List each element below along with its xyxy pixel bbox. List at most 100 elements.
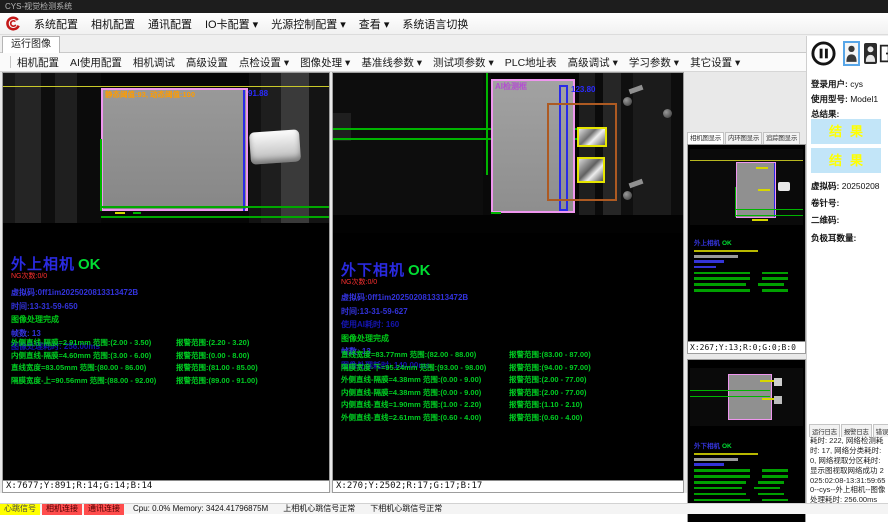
mini-text-bar xyxy=(694,277,788,280)
measure-value-blue: 123.80 xyxy=(571,85,595,94)
measurement-value: 直线宽度=83.05mm 范围:(80.00 - 86.00) xyxy=(11,363,146,372)
ai-detect-label: AI检测框 xyxy=(495,81,527,92)
roi-rect-orange xyxy=(547,103,617,201)
measurement-row: 内侧直线-隔膜=4.60mm 范围:(3.00 - 6.00)报警范围:(0.0… xyxy=(11,350,156,363)
measurement-row: 直线宽度=83.05mm 范围:(80.00 - 86.00)报警范围:(81.… xyxy=(11,362,156,375)
result-badge-lower: 结果 xyxy=(811,148,881,173)
tool-spot-check-settings[interactable]: 点检设置 ▾ xyxy=(239,55,289,70)
mini-text-bar xyxy=(694,463,724,466)
preview-tab-inner[interactable]: 内环图显示 xyxy=(725,132,762,144)
login-user-label: 登录用户: xyxy=(811,79,848,89)
camera-connection-badge: 相机连接 xyxy=(42,504,82,515)
window-title: CYS-视觉检测系统 xyxy=(5,2,72,11)
scene-decoration xyxy=(333,113,351,141)
mini-text-bar xyxy=(694,487,788,490)
admin-user-button[interactable] xyxy=(864,43,877,64)
scene-decoration xyxy=(3,223,329,233)
tool-other-settings[interactable]: 其它设置 ▾ xyxy=(690,55,740,70)
time-text: 时间:13-31-59-650 xyxy=(11,301,138,312)
measurement-alarm: 报警范围:(89.00 - 91.00) xyxy=(176,375,258,386)
qr-code-row: 二维码: xyxy=(811,214,839,226)
login-user-value: cys xyxy=(850,79,863,89)
reel-number-label: 卷针号: xyxy=(811,198,839,208)
measurement-row: 外侧直线-直线=2.61mm 范围:(0.60 - 4.00)报警范围:(0.6… xyxy=(341,412,486,425)
title-bar: CYS-视觉检测系统 xyxy=(0,0,888,13)
measurement-row: 内侧直线-隔膜=4.38mm 范围:(0.00 - 9.00)报警范围:(2.0… xyxy=(341,387,486,400)
menu-item-system-config[interactable]: 系统配置 xyxy=(34,16,78,32)
measure-line-green xyxy=(486,73,488,175)
preview-tab-track[interactable]: 追踪图显示 xyxy=(763,132,800,144)
tool-baseline-params[interactable]: 基准线参数 ▾ xyxy=(361,55,422,70)
upper-camera-heartbeat-text: 上相机心跳信号正常 xyxy=(279,504,359,515)
result-ok-text: OK xyxy=(722,443,732,450)
menu-item-language-switch[interactable]: 系统语言切换 xyxy=(402,16,468,32)
measurement-row: 直线宽度=83.77mm 范围:(82.00 - 88.00)报警范围:(83.… xyxy=(341,349,486,362)
menu-item-io-card-config[interactable]: IO卡配置 ▾ xyxy=(205,16,258,32)
tool-advanced-debug[interactable]: 高级调试 ▾ xyxy=(568,55,618,70)
mini-camera-title: 外下相机OK xyxy=(694,440,788,450)
menu-item-light-control-config[interactable]: 光源控制配置 ▾ xyxy=(271,16,346,32)
tool-image-processing[interactable]: 图像处理 ▾ xyxy=(300,55,350,70)
measurement-value: 内侧直线-直线=1.90mm 范围:(1.00 - 2.20) xyxy=(341,400,481,409)
control-panel: 登录用户: cys 使用型号: Model1 总结果: 结果 结果 虚拟码: 2… xyxy=(806,36,888,503)
tab-detect-rect-yellow xyxy=(577,127,607,147)
measurement-list-lower: 直线宽度=83.77mm 范围:(82.00 - 88.00)报警范围:(83.… xyxy=(341,349,486,425)
scene-decoration xyxy=(752,219,768,221)
measure-line-green xyxy=(101,216,329,218)
tool-learning-params[interactable]: 学习参数 ▾ xyxy=(629,55,679,70)
menu-item-comm-config[interactable]: 通讯配置 xyxy=(148,16,192,32)
camera-image-lower[interactable]: AI检测框 123.80 xyxy=(333,73,683,233)
scene-decoration xyxy=(735,187,736,217)
scene-decoration xyxy=(333,73,483,233)
measurement-row: 内侧直线-直线=1.90mm 范围:(1.00 - 2.20)报警范围:(1.1… xyxy=(341,399,486,412)
preview-panel-lower[interactable]: 外下相机OK X:311;Y:980;R:0;G:0;B:0 xyxy=(687,359,806,522)
tab-detect-rect-yellow xyxy=(577,157,605,183)
tool-camera-config[interactable]: 相机配置 xyxy=(17,55,59,70)
scene-decoration xyxy=(690,396,770,397)
scene-decoration xyxy=(756,167,768,169)
mini-text-bar xyxy=(694,499,788,502)
scene-decoration xyxy=(491,212,501,214)
time-text: 时间:13-31-59-627 xyxy=(341,306,468,317)
user-switch-button[interactable] xyxy=(843,41,860,66)
preview-tab-camera[interactable]: 相机图显示 xyxy=(687,132,724,144)
mini-text-bar xyxy=(694,469,788,472)
camera-image-upper[interactable]: 静态阈值:93, 动态阈值:100 91.88 xyxy=(3,73,329,233)
scene-decoration xyxy=(736,215,803,216)
scene-decoration xyxy=(760,380,774,382)
tool-camera-debug[interactable]: 相机调试 xyxy=(133,55,175,70)
pixel-status-preview-upper: X:267;Y:13;R:0;G:0;B:0 xyxy=(688,341,805,353)
pixel-status-upper: X:7677;Y:891;R:14;G:14;B:14 xyxy=(3,480,329,492)
measurement-row: 外侧直线-隔膜=2.91mm 范围:(2.00 - 3.50)报警范围:(2.2… xyxy=(11,337,156,350)
preview-panel-upper[interactable]: 外上相机OK X:267;Y:13;R:0;G:0;B:0 xyxy=(687,144,806,354)
model-row: 使用型号: Model1 xyxy=(811,93,878,105)
mini-info-text: 外下相机OK xyxy=(694,440,788,501)
app-logo-icon xyxy=(5,16,21,32)
scene-decoration xyxy=(55,73,77,233)
preview-tab-strip: 相机图显示 内环图显示 追踪图显示 xyxy=(687,132,806,144)
measure-value-blue: 91.88 xyxy=(248,89,268,98)
camera-panel-upper: 静态阈值:93, 动态阈值:100 91.88 外上相机OK NG次数:0/0 … xyxy=(2,72,330,493)
measurement-alarm: 报警范围:(1.10 - 2.10) xyxy=(509,399,582,410)
tab-strip: 运行图像 xyxy=(0,35,888,53)
tab-run-image[interactable]: 运行图像 xyxy=(2,36,60,53)
result-ok-text: OK xyxy=(408,262,431,279)
pause-button[interactable] xyxy=(810,40,837,67)
tool-ai-usage-config[interactable]: AI使用配置 xyxy=(70,55,122,70)
menu-item-camera-config[interactable]: 相机配置 xyxy=(91,16,135,32)
virtual-code-text: 虚拟码:0ff1im2025020813313472B xyxy=(11,287,138,298)
tool-advanced-settings[interactable]: 高级设置 xyxy=(186,55,228,70)
menu-item-view[interactable]: 查看 ▾ xyxy=(359,16,390,32)
tool-plc-address-table[interactable]: PLC地址表 xyxy=(505,55,557,70)
tool-test-item-params[interactable]: 测试项参数 ▾ xyxy=(433,55,494,70)
scene-decoration xyxy=(778,182,790,191)
virtual-code-value: 20250208 xyxy=(842,181,880,191)
measurement-value: 外侧直线-隔膜=2.91mm 范围:(2.00 - 3.50) xyxy=(11,338,151,347)
virtual-code-label: 虚拟码: xyxy=(811,181,839,191)
logout-button[interactable] xyxy=(879,43,888,64)
measurement-value: 外侧直线-直线=2.61mm 范围:(0.60 - 4.00) xyxy=(341,413,481,422)
scene-decoration xyxy=(15,73,41,233)
mini-text-bar xyxy=(694,272,788,275)
tab-count-row: 负极耳数量: xyxy=(811,232,856,244)
result-ok-text: OK xyxy=(722,240,732,247)
